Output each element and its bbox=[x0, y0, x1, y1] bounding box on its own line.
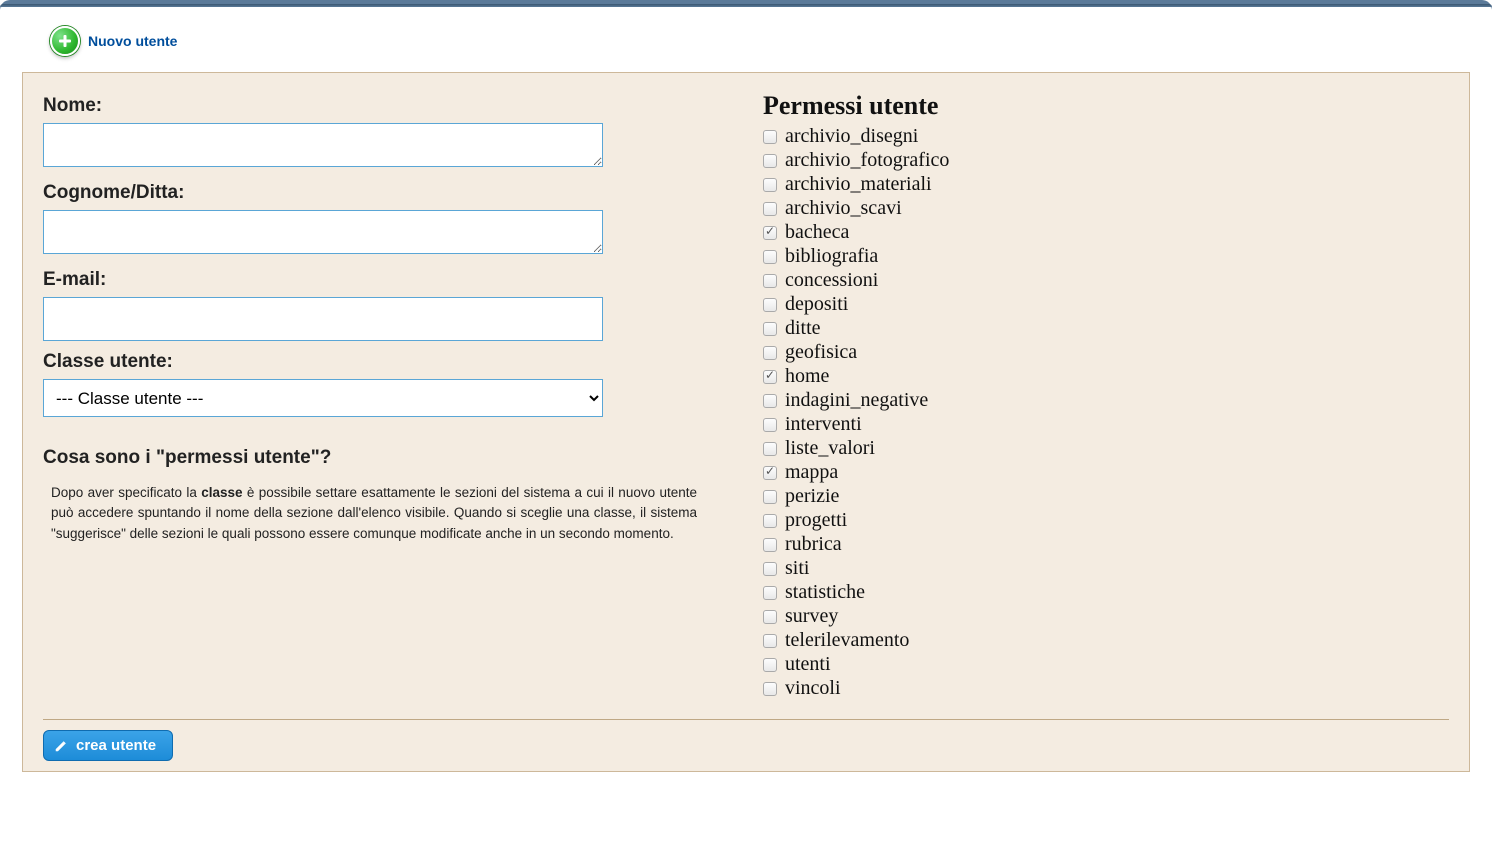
permission-checkbox-archivio_disegni[interactable] bbox=[763, 130, 777, 144]
help-body-prefix: Dopo aver specificato la bbox=[51, 485, 201, 500]
permission-checkbox-statistiche[interactable] bbox=[763, 586, 777, 600]
permission-row: archivio_disegni bbox=[763, 125, 1449, 148]
create-user-button[interactable]: crea utente bbox=[43, 730, 173, 761]
permission-label: rubrica bbox=[785, 533, 842, 556]
page-title: Nuovo utente bbox=[88, 33, 177, 49]
permission-checkbox-concessioni[interactable] bbox=[763, 274, 777, 288]
permission-label: perizie bbox=[785, 485, 839, 508]
permission-label: telerilevamento bbox=[785, 629, 909, 652]
permission-row: concessioni bbox=[763, 269, 1449, 292]
permission-checkbox-mappa[interactable] bbox=[763, 466, 777, 480]
permission-label: ditte bbox=[785, 317, 821, 340]
help-heading: Cosa sono i "permessi utente"? bbox=[43, 447, 723, 469]
permission-label: archivio_scavi bbox=[785, 197, 902, 220]
name-label: Nome: bbox=[43, 95, 723, 117]
plus-circle-icon bbox=[50, 26, 80, 56]
permission-label: geofisica bbox=[785, 341, 857, 364]
permission-row: progetti bbox=[763, 509, 1449, 532]
permission-row: telerilevamento bbox=[763, 629, 1449, 652]
permission-checkbox-survey[interactable] bbox=[763, 610, 777, 624]
permission-row: archivio_fotografico bbox=[763, 149, 1449, 172]
permission-row: interventi bbox=[763, 413, 1449, 436]
help-body-bold: classe bbox=[201, 485, 242, 500]
permission-label: archivio_materiali bbox=[785, 173, 932, 196]
permission-checkbox-archivio_materiali[interactable] bbox=[763, 178, 777, 192]
permission-row: liste_valori bbox=[763, 437, 1449, 460]
permission-checkbox-archivio_scavi[interactable] bbox=[763, 202, 777, 216]
permission-checkbox-siti[interactable] bbox=[763, 562, 777, 576]
permission-row: bacheca bbox=[763, 221, 1449, 244]
permission-label: archivio_fotografico bbox=[785, 149, 949, 172]
permission-label: progetti bbox=[785, 509, 847, 532]
permission-label: mappa bbox=[785, 461, 838, 484]
permission-row: utenti bbox=[763, 653, 1449, 676]
permission-row: survey bbox=[763, 605, 1449, 628]
user-class-select[interactable]: --- Classe utente --- bbox=[43, 379, 603, 417]
permission-label: bacheca bbox=[785, 221, 849, 244]
name-input[interactable] bbox=[43, 123, 603, 167]
pencil-icon bbox=[54, 739, 68, 753]
permission-label: depositi bbox=[785, 293, 848, 316]
permission-label: home bbox=[785, 365, 829, 388]
permission-row: perizie bbox=[763, 485, 1449, 508]
permission-checkbox-bacheca[interactable] bbox=[763, 226, 777, 240]
permission-label: concessioni bbox=[785, 269, 878, 292]
permission-label: vincoli bbox=[785, 677, 841, 700]
permission-label: liste_valori bbox=[785, 437, 875, 460]
permission-checkbox-archivio_fotografico[interactable] bbox=[763, 154, 777, 168]
permission-label: indagini_negative bbox=[785, 389, 928, 412]
permission-row: vincoli bbox=[763, 677, 1449, 700]
permission-row: siti bbox=[763, 557, 1449, 580]
surname-label: Cognome/Ditta: bbox=[43, 182, 723, 204]
permission-label: statistiche bbox=[785, 581, 865, 604]
permission-row: depositi bbox=[763, 293, 1449, 316]
permission-row: bibliografia bbox=[763, 245, 1449, 268]
permission-checkbox-bibliografia[interactable] bbox=[763, 250, 777, 264]
form-left-column: Nome: Cognome/Ditta: E-mail: Classe uten… bbox=[43, 91, 723, 757]
permission-checkbox-home[interactable] bbox=[763, 370, 777, 384]
permission-checkbox-perizie[interactable] bbox=[763, 490, 777, 504]
permission-label: siti bbox=[785, 557, 809, 580]
permission-checkbox-vincoli[interactable] bbox=[763, 682, 777, 696]
email-input[interactable] bbox=[43, 297, 603, 341]
permissions-list: archivio_disegniarchivio_fotograficoarch… bbox=[763, 125, 1449, 700]
permission-row: statistiche bbox=[763, 581, 1449, 604]
permission-row: ditte bbox=[763, 317, 1449, 340]
permission-label: survey bbox=[785, 605, 838, 628]
form-panel: Nome: Cognome/Ditta: E-mail: Classe uten… bbox=[22, 72, 1470, 772]
permissions-column: Permessi utente archivio_disegniarchivio… bbox=[763, 91, 1449, 757]
permission-row: archivio_scavi bbox=[763, 197, 1449, 220]
permission-checkbox-geofisica[interactable] bbox=[763, 346, 777, 360]
create-user-button-label: crea utente bbox=[76, 737, 156, 754]
permission-label: interventi bbox=[785, 413, 862, 436]
page-header: Nuovo utente bbox=[0, 4, 1492, 72]
permission-label: utenti bbox=[785, 653, 831, 676]
class-label: Classe utente: bbox=[43, 351, 723, 373]
permission-row: geofisica bbox=[763, 341, 1449, 364]
app-window: Nuovo utente Nome: Cognome/Ditta: E-mail… bbox=[0, 0, 1492, 850]
permission-row: archivio_materiali bbox=[763, 173, 1449, 196]
permission-row: mappa bbox=[763, 461, 1449, 484]
permissions-heading: Permessi utente bbox=[763, 91, 1449, 121]
permission-checkbox-interventi[interactable] bbox=[763, 418, 777, 432]
permission-row: rubrica bbox=[763, 533, 1449, 556]
permission-checkbox-telerilevamento[interactable] bbox=[763, 634, 777, 648]
actions-bar: crea utente bbox=[43, 719, 1449, 761]
permission-label: archivio_disegni bbox=[785, 125, 918, 148]
permission-checkbox-utenti[interactable] bbox=[763, 658, 777, 672]
permission-checkbox-indagini_negative[interactable] bbox=[763, 394, 777, 408]
help-body: Dopo aver specificato la classe è possib… bbox=[43, 483, 703, 544]
permission-row: indagini_negative bbox=[763, 389, 1449, 412]
surname-input[interactable] bbox=[43, 210, 603, 254]
permission-checkbox-rubrica[interactable] bbox=[763, 538, 777, 552]
permission-checkbox-ditte[interactable] bbox=[763, 322, 777, 336]
email-label: E-mail: bbox=[43, 269, 723, 291]
permission-row: home bbox=[763, 365, 1449, 388]
permission-checkbox-liste_valori[interactable] bbox=[763, 442, 777, 456]
permission-checkbox-progetti[interactable] bbox=[763, 514, 777, 528]
permission-checkbox-depositi[interactable] bbox=[763, 298, 777, 312]
permission-label: bibliografia bbox=[785, 245, 878, 268]
